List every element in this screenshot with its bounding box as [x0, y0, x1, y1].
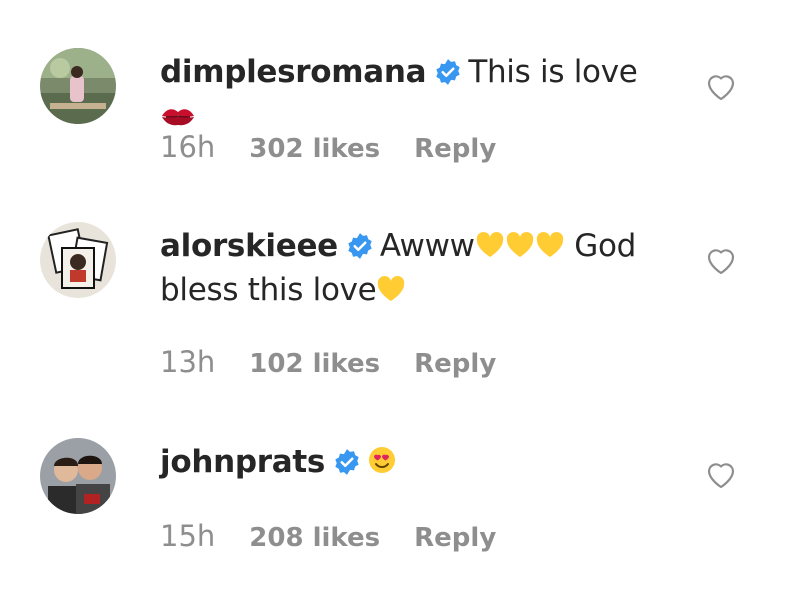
comment-text: alorskieee Awww God bless this love — [160, 224, 640, 312]
avatar[interactable] — [40, 48, 116, 124]
verified-badge-icon — [333, 448, 361, 476]
comment-meta: 16h 302 likes Reply — [160, 130, 530, 164]
likes-count[interactable]: 102 likes — [249, 349, 380, 379]
comment-body: God — [574, 228, 637, 264]
likes-count[interactable]: 208 likes — [249, 523, 380, 553]
yellow-heart-icon — [376, 275, 406, 303]
comment-text: johnprats — [160, 440, 640, 487]
timestamp[interactable]: 16h — [160, 130, 215, 164]
verified-badge-icon — [346, 232, 374, 260]
heart-eyes-emoji-icon — [367, 443, 397, 487]
avatar[interactable] — [40, 222, 116, 298]
yellow-heart-icon — [505, 231, 535, 259]
like-heart-icon[interactable] — [705, 72, 737, 102]
like-heart-icon[interactable] — [705, 460, 737, 490]
username[interactable]: johnprats — [160, 444, 325, 480]
username[interactable]: dimplesromana — [160, 54, 427, 90]
like-heart-icon[interactable] — [705, 246, 737, 276]
comment-body: This is love — [468, 54, 638, 90]
comment-text: dimplesromana This is love — [160, 50, 640, 141]
likes-count[interactable]: 302 likes — [249, 134, 380, 164]
comment-meta: 13h 102 likes Reply — [160, 345, 530, 379]
avatar[interactable] — [40, 438, 116, 514]
reply-button[interactable]: Reply — [414, 134, 496, 164]
reply-button[interactable]: Reply — [414, 523, 496, 553]
reply-button[interactable]: Reply — [414, 349, 496, 379]
timestamp[interactable]: 15h — [160, 519, 215, 553]
comment-body: Awww — [379, 228, 475, 264]
yellow-heart-icon — [475, 231, 505, 259]
yellow-heart-icon — [535, 231, 565, 259]
comment-meta: 15h 208 likes Reply — [160, 519, 530, 553]
verified-badge-icon — [434, 58, 462, 86]
comment-body: bless this love — [160, 272, 377, 308]
timestamp[interactable]: 13h — [160, 345, 215, 379]
username[interactable]: alorskieee — [160, 228, 338, 264]
